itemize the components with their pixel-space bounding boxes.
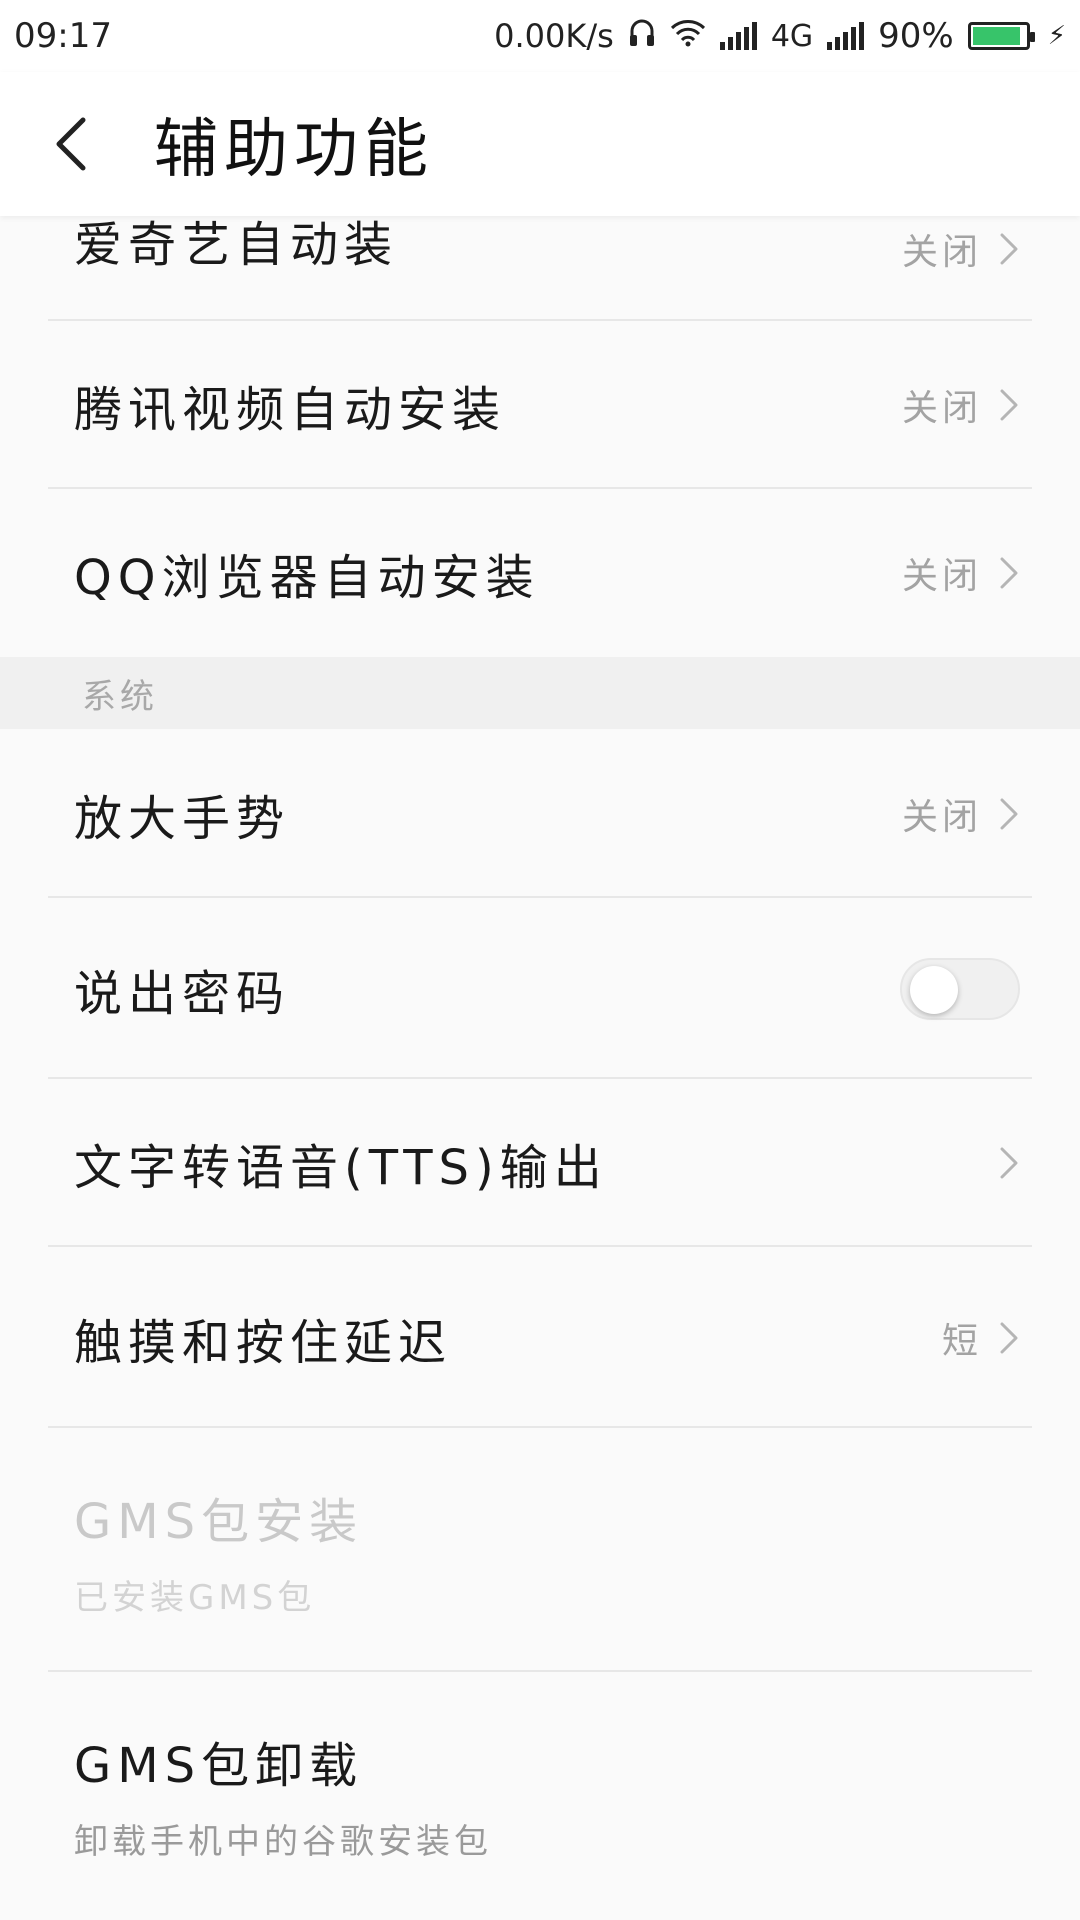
back-button[interactable] bbox=[6, 72, 136, 216]
list-item-value: 短 bbox=[941, 1320, 982, 1362]
list-item-qq-browser-install[interactable]: QQ浏览器自动安装 关闭 bbox=[0, 489, 1080, 657]
charging-icon: ⚡ bbox=[1047, 21, 1066, 51]
status-bar: 09:17 0.00K/s 4G 90% ⚡ bbox=[0, 0, 1080, 72]
battery-percent: 90% bbox=[878, 16, 954, 56]
battery-icon bbox=[967, 22, 1035, 50]
list-item-title: 爱奇艺自动装 bbox=[74, 217, 399, 273]
list-item-magnify-gesture[interactable]: 放大手势 关闭 bbox=[0, 729, 1080, 898]
list-item-title: 说出密码 bbox=[74, 965, 291, 1022]
status-icons: 0.00K/s 4G 90% ⚡ bbox=[494, 16, 1066, 56]
list-item-right bbox=[998, 1145, 1020, 1181]
list-item-title: 触摸和按住延迟 bbox=[74, 1314, 453, 1371]
list-item-title: 文字转语音(TTS)输出 bbox=[74, 1140, 608, 1196]
network-type: 4G bbox=[770, 18, 814, 54]
speak-password-toggle[interactable] bbox=[900, 957, 1020, 1020]
list-item-value: 关闭 bbox=[901, 388, 982, 429]
section-header-system: 系统 bbox=[0, 657, 1080, 729]
list-item-tts-output[interactable]: 文字转语音(TTS)输出 bbox=[0, 1079, 1080, 1247]
chevron-right-icon bbox=[1000, 233, 1018, 265]
list-item-gms-uninstall[interactable]: GMS包卸载 卸载手机中的谷歌安装包 bbox=[0, 1672, 1080, 1916]
app-header: 辅助功能 bbox=[0, 72, 1080, 216]
signal-strength-icon-2 bbox=[827, 22, 865, 50]
list-item-value: 关闭 bbox=[901, 232, 982, 273]
list-item-iqiyi-install[interactable]: 爱奇艺自动装 关闭 bbox=[0, 216, 1080, 321]
signal-strength-icon bbox=[719, 22, 757, 50]
list-item-title: GMS包卸载 bbox=[74, 1737, 364, 1794]
screen: 09:17 0.00K/s 4G 90% ⚡ 辅助功能 爱奇艺自动装 关闭 腾讯… bbox=[0, 0, 1080, 1920]
list-item-right: 短 bbox=[942, 1312, 1020, 1364]
list-item-text: GMS包卸载 卸载手机中的谷歌安装包 bbox=[74, 1726, 492, 1863]
chevron-right-icon bbox=[1000, 389, 1018, 421]
battery-fill bbox=[972, 27, 1020, 45]
list-item-value: 关闭 bbox=[901, 796, 982, 838]
wifi-icon bbox=[670, 16, 706, 56]
list-item-right: 关闭 bbox=[902, 547, 1020, 599]
list-item-value: 关闭 bbox=[901, 556, 982, 597]
list-item-title: 放大手势 bbox=[74, 790, 291, 847]
list-item-right: 关闭 bbox=[902, 223, 1020, 275]
settings-list: 爱奇艺自动装 关闭 腾讯视频自动安装 关闭 QQ浏览器自动安装 关闭 系统 放大… bbox=[0, 216, 1080, 1920]
chevron-right-icon bbox=[1000, 1322, 1018, 1353]
list-item-title: GMS包安装 bbox=[74, 1493, 364, 1550]
list-item-gms-install: GMS包安装 已安装GMS包 bbox=[0, 1428, 1080, 1672]
list-item-subtitle: 卸载手机中的谷歌安装包 bbox=[74, 1821, 492, 1862]
headphones-icon bbox=[628, 16, 656, 56]
list-item-subtitle: 已安装GMS包 bbox=[74, 1577, 316, 1618]
list-item-right: 关闭 bbox=[902, 788, 1020, 840]
toggle-knob bbox=[910, 965, 958, 1014]
list-item-title: QQ浏览器自动安装 bbox=[74, 550, 540, 606]
list-item-right: 关闭 bbox=[902, 379, 1020, 431]
list-item-text: GMS包安装 已安装GMS包 bbox=[74, 1482, 363, 1619]
status-time: 09:17 bbox=[14, 16, 112, 56]
list-item-touch-hold-delay[interactable]: 触摸和按住延迟 短 bbox=[0, 1247, 1080, 1428]
page-title: 辅助功能 bbox=[154, 113, 434, 187]
net-speed: 0.00K/s bbox=[494, 17, 614, 55]
chevron-right-icon bbox=[1000, 557, 1018, 589]
chevron-right-icon bbox=[1000, 798, 1018, 829]
chevron-left-icon bbox=[56, 117, 86, 171]
list-item-tencent-video-install[interactable]: 腾讯视频自动安装 关闭 bbox=[0, 321, 1080, 489]
chevron-right-icon bbox=[1000, 1147, 1018, 1179]
list-item-title: 腾讯视频自动安装 bbox=[74, 382, 507, 438]
list-item-speak-password[interactable]: 说出密码 bbox=[0, 898, 1080, 1079]
